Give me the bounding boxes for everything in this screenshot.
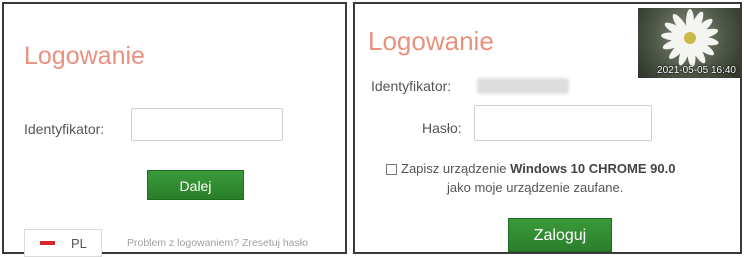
page-title: Logowanie [368, 26, 494, 56]
password-label: Hasło: [422, 120, 462, 136]
login-panel-step2: Logowanie 2021-05-05 16:40 Identyfikator… [353, 2, 742, 254]
login-panel-step1: Logowanie Identyfikator: Dalej PL Proble… [2, 2, 347, 257]
password-input[interactable] [474, 105, 652, 141]
identifier-label: Identyfikator: [24, 121, 105, 137]
language-selector[interactable]: PL [24, 229, 102, 257]
trust-device-label-line2: jako moje urządzenie zaufane. [447, 180, 624, 195]
trust-device-checkbox[interactable] [386, 164, 397, 175]
security-image: 2021-05-05 16:40 [638, 8, 740, 78]
page-title: Logowanie [24, 42, 145, 70]
photo-timestamp: 2021-05-05 16:40 [657, 65, 736, 76]
identifier-input[interactable] [131, 108, 283, 141]
next-button[interactable]: Dalej [147, 170, 244, 200]
device-name: Windows 10 CHROME 90.0 [510, 161, 676, 176]
trust-device-label: Zapisz urządzenie Windows 10 CHROME 90.0 [401, 161, 676, 176]
reset-password-link[interactable]: Problem z logowaniem? Zresetuj hasło [127, 237, 308, 249]
identifier-value-masked [477, 78, 569, 94]
language-code: PL [71, 236, 87, 251]
login-button[interactable]: Zaloguj [508, 218, 612, 252]
identifier-label: Identyfikator: [371, 78, 452, 94]
flag-pl-icon [40, 241, 55, 245]
